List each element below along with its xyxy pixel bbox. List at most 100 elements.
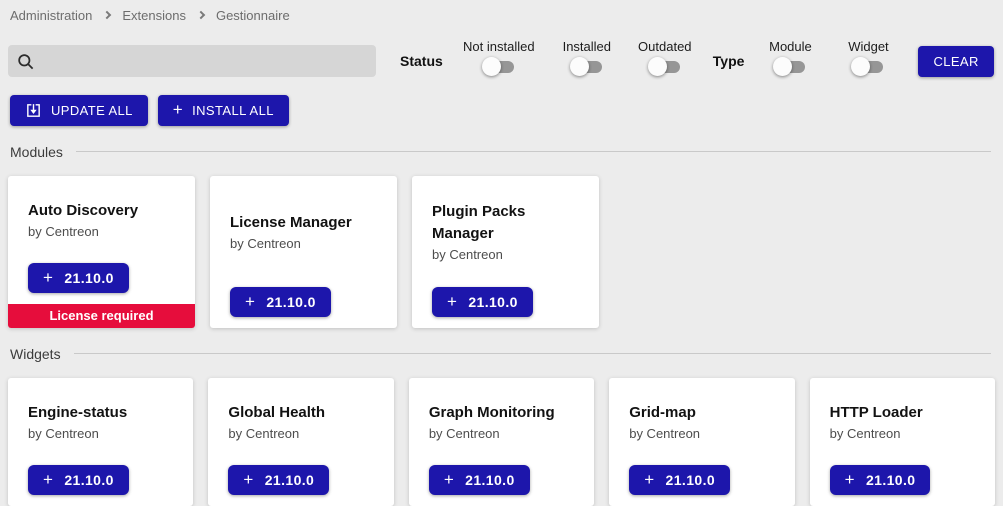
- toggle-module[interactable]: Module: [758, 39, 822, 76]
- install-version-button[interactable]: + 21.10.0: [432, 287, 533, 317]
- extension-name: Grid-map: [629, 402, 774, 424]
- extension-author: by Centreon: [228, 426, 373, 441]
- extension-author: by Centreon: [629, 426, 774, 441]
- extension-card-body: Plugin Packs Manager by Centreon: [412, 176, 599, 287]
- extension-card: License Manager by Centreon + 21.10.0: [210, 176, 397, 328]
- plus-icon: +: [644, 471, 654, 488]
- toggle-switch-icon[interactable]: [648, 56, 682, 76]
- version-label: 21.10.0: [465, 472, 515, 488]
- install-version-button[interactable]: + 21.10.0: [830, 465, 931, 495]
- section-divider: [74, 353, 991, 354]
- extension-author: by Centreon: [429, 426, 574, 441]
- extension-card: Plugin Packs Manager by Centreon + 21.10…: [412, 176, 599, 328]
- toggle-installed[interactable]: Installed: [555, 39, 619, 76]
- install-all-label: INSTALL ALL: [192, 103, 274, 118]
- search-input[interactable]: [43, 53, 368, 69]
- toggle-not-installed[interactable]: Not installed: [457, 39, 541, 76]
- version-label: 21.10.0: [265, 472, 315, 488]
- clear-button[interactable]: CLEAR: [918, 46, 993, 77]
- toggle-switch-icon[interactable]: [773, 56, 807, 76]
- plus-icon: +: [43, 269, 53, 286]
- section-header: Modules: [8, 143, 995, 160]
- extension-card-body: Global Health by Centreon: [208, 378, 393, 465]
- extension-name: Auto Discovery: [28, 200, 175, 222]
- card-grid: Auto Discovery by Centreon + 21.10.0 Lic…: [8, 176, 995, 328]
- plus-icon: +: [43, 471, 53, 488]
- license-required-banner: License required: [8, 304, 195, 328]
- plus-icon: +: [173, 101, 183, 118]
- version-label: 21.10.0: [866, 472, 916, 488]
- toggle-switch-icon[interactable]: [851, 56, 885, 76]
- install-version-button[interactable]: + 21.10.0: [28, 263, 129, 293]
- plus-icon: +: [243, 471, 253, 488]
- toggle-outdated[interactable]: Outdated: [633, 39, 697, 76]
- plus-icon: +: [444, 471, 454, 488]
- chevron-right-icon: [103, 11, 111, 19]
- extension-author: by Centreon: [28, 426, 173, 441]
- extension-name: Global Health: [228, 402, 373, 424]
- install-version-button[interactable]: + 21.10.0: [629, 465, 730, 495]
- install-version-button[interactable]: + 21.10.0: [28, 465, 129, 495]
- breadcrumb-item-gestionnaire[interactable]: Gestionnaire: [216, 8, 290, 23]
- filter-bar: Status Not installed Installed Outdated …: [8, 44, 995, 78]
- version-label: 21.10.0: [468, 294, 518, 310]
- version-label: 21.10.0: [266, 294, 316, 310]
- section-title: Modules: [8, 144, 63, 160]
- install-version-button[interactable]: + 21.10.0: [230, 287, 331, 317]
- extension-name: Engine-status: [28, 402, 173, 424]
- breadcrumb-item-administration[interactable]: Administration: [10, 8, 92, 23]
- extension-card: HTTP Loader by Centreon + 21.10.0: [810, 378, 995, 506]
- install-all-button[interactable]: + INSTALL ALL: [158, 95, 289, 126]
- extension-card-body: License Manager by Centreon: [210, 176, 397, 287]
- breadcrumb-item-extensions[interactable]: Extensions: [122, 8, 186, 23]
- extension-author: by Centreon: [230, 236, 377, 251]
- search-box[interactable]: [8, 45, 376, 77]
- extension-author: by Centreon: [28, 224, 175, 239]
- toggle-switch-icon[interactable]: [482, 56, 516, 76]
- section-divider: [76, 151, 991, 152]
- extension-name: HTTP Loader: [830, 402, 975, 424]
- toggle-installed-label: Installed: [563, 39, 611, 54]
- extensions-section: Widgets Engine-status by Centreon + 21.1…: [8, 345, 995, 506]
- extension-name: Graph Monitoring: [429, 402, 574, 424]
- update-all-label: UPDATE ALL: [51, 103, 133, 118]
- toggle-not-installed-label: Not installed: [463, 39, 535, 54]
- bulk-actions: UPDATE ALL + INSTALL ALL: [10, 95, 995, 126]
- version-label: 21.10.0: [666, 472, 716, 488]
- extension-card-body: Auto Discovery by Centreon: [8, 176, 195, 263]
- update-all-icon: [25, 102, 42, 119]
- install-version-button[interactable]: + 21.10.0: [429, 465, 530, 495]
- extension-author: by Centreon: [830, 426, 975, 441]
- extension-card-body: Engine-status by Centreon: [8, 378, 193, 465]
- extensions-section: Modules Auto Discovery by Centreon + 21.…: [8, 143, 995, 328]
- sections: Modules Auto Discovery by Centreon + 21.…: [8, 143, 995, 506]
- extension-card-body: HTTP Loader by Centreon: [810, 378, 995, 465]
- toggle-switch-icon[interactable]: [570, 56, 604, 76]
- extension-card: Auto Discovery by Centreon + 21.10.0 Lic…: [8, 176, 195, 328]
- plus-icon: +: [845, 471, 855, 488]
- plus-icon: +: [447, 293, 457, 310]
- toggle-module-label: Module: [769, 39, 812, 54]
- extension-card: Grid-map by Centreon + 21.10.0: [609, 378, 794, 506]
- extensions-manager-page: Administration Extensions Gestionnaire S…: [0, 0, 1003, 506]
- status-filter-label: Status: [400, 53, 443, 69]
- plus-icon: +: [245, 293, 255, 310]
- card-grid: Engine-status by Centreon + 21.10.0 Glob…: [8, 378, 995, 506]
- extension-name: Plugin Packs Manager: [432, 201, 579, 245]
- version-label: 21.10.0: [64, 472, 114, 488]
- extension-card-body: Graph Monitoring by Centreon: [409, 378, 594, 465]
- section-title: Widgets: [8, 346, 61, 362]
- update-all-button[interactable]: UPDATE ALL: [10, 95, 148, 126]
- extension-card-body: Grid-map by Centreon: [609, 378, 794, 465]
- section-header: Widgets: [8, 345, 995, 362]
- extension-name: License Manager: [230, 212, 377, 234]
- toggle-outdated-label: Outdated: [638, 39, 692, 54]
- version-label: 21.10.0: [64, 270, 114, 286]
- extension-card: Graph Monitoring by Centreon + 21.10.0: [409, 378, 594, 506]
- search-icon: [16, 52, 35, 71]
- toggle-widget[interactable]: Widget: [836, 39, 900, 76]
- chevron-right-icon: [197, 11, 205, 19]
- extension-card: Engine-status by Centreon + 21.10.0: [8, 378, 193, 506]
- extension-author: by Centreon: [432, 247, 579, 262]
- install-version-button[interactable]: + 21.10.0: [228, 465, 329, 495]
